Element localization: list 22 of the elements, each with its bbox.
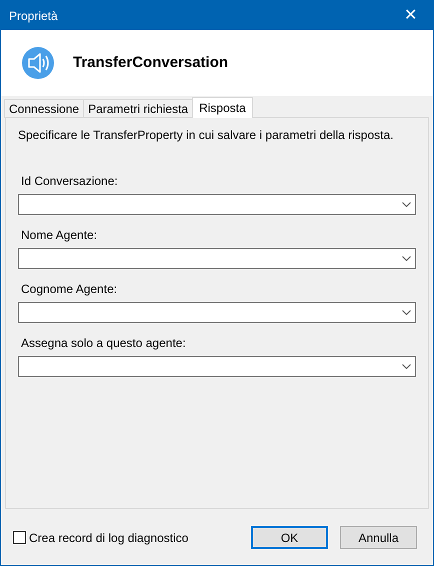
chevron-down-icon (402, 364, 411, 369)
chevron-down-icon (402, 310, 411, 315)
chevron-down-icon (402, 256, 411, 261)
tab[interactable]: Risposta (192, 97, 253, 118)
chevron-down-icon (402, 202, 411, 207)
field-label: Id Conversazione: (20, 174, 119, 188)
dropdown-field[interactable] (18, 248, 416, 269)
description-text: Specificare le TransferProperty in cui salvare i parametri della risposta. (18, 127, 394, 144)
close-button[interactable]: ✕ (388, 1, 433, 30)
field-label: Cognome Agente: (20, 282, 118, 296)
header-title: TransferConversation (73, 52, 228, 73)
speaker-icon (21, 46, 55, 80)
diagnostic-log-checkbox[interactable]: Crea record di log diagnostico (13, 528, 188, 546)
dialog-button[interactable]: Annulla (340, 526, 417, 549)
field-label: Nome Agente: (20, 228, 98, 242)
dropdown-field[interactable] (18, 194, 416, 215)
tab[interactable]: Connessione (4, 99, 84, 118)
dropdown-field[interactable] (18, 302, 416, 323)
window-title: Proprietà (9, 8, 58, 24)
dropdown-field[interactable] (18, 356, 416, 377)
dialog-button[interactable]: OK (251, 526, 328, 549)
field-label: Assegna solo a questo agente: (20, 336, 187, 350)
